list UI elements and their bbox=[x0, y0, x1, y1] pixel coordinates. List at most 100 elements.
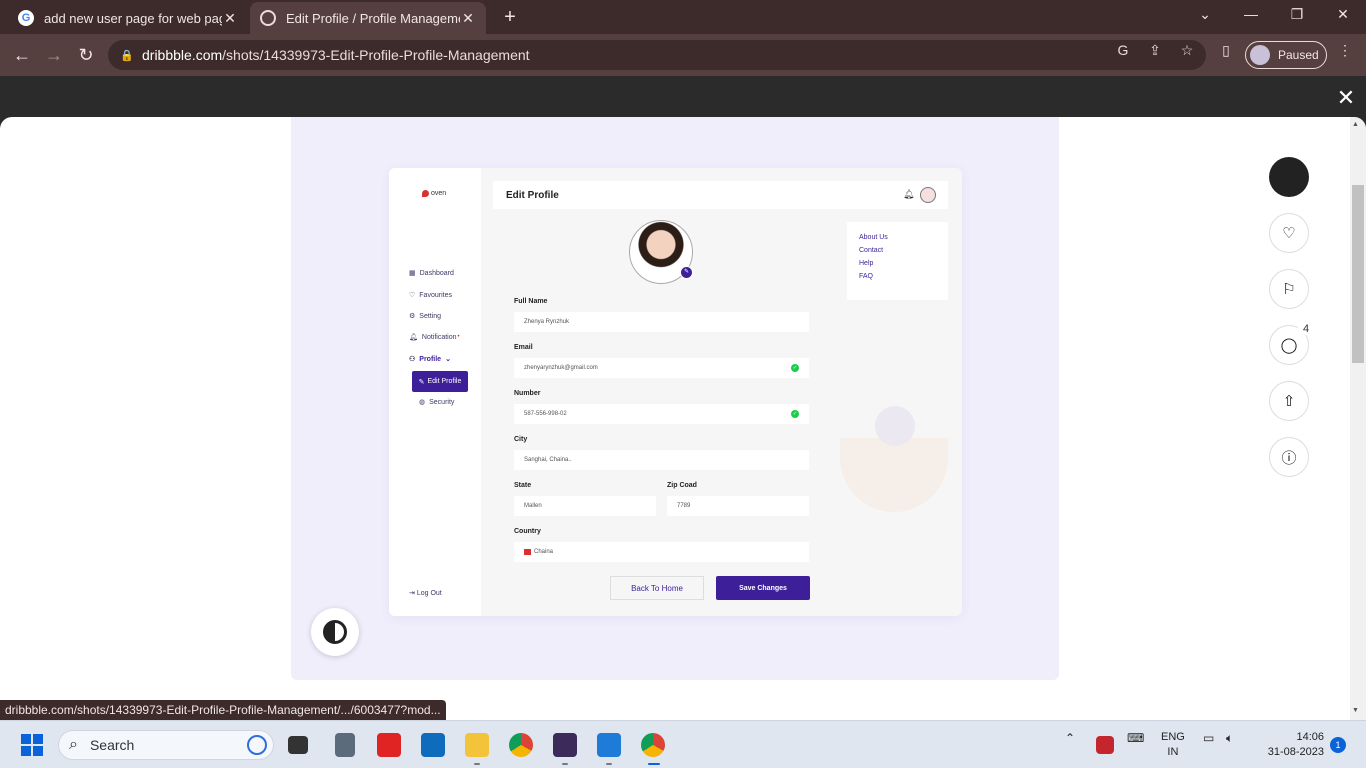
zip-label: Zip Coad bbox=[667, 482, 697, 489]
number-field[interactable]: 587-556-998-02 ✓ bbox=[514, 404, 809, 424]
save-changes-button[interactable]: Save Changes bbox=[716, 576, 810, 600]
back-icon[interactable]: ← bbox=[10, 44, 34, 66]
sidebar-item-notification[interactable]: 🔔︎ Notification • bbox=[409, 333, 460, 342]
like-button[interactable]: ♡ bbox=[1269, 213, 1309, 253]
number-label: Number bbox=[514, 390, 541, 397]
link-help[interactable]: Help bbox=[859, 260, 948, 267]
sidebar-item-setting[interactable]: ⚙ Setting bbox=[409, 312, 441, 321]
chevron-up-icon[interactable]: ⌃ bbox=[1065, 731, 1075, 745]
shield-icon: ◍ bbox=[419, 399, 426, 406]
menu-icon[interactable]: ⋮ bbox=[1336, 41, 1354, 59]
photos-icon[interactable] bbox=[597, 733, 621, 757]
check-icon: ✓ bbox=[791, 410, 799, 418]
full-name-label: Full Name bbox=[514, 298, 548, 305]
bookmark-icon: ⚐ bbox=[1282, 281, 1296, 298]
search-placeholder: Search bbox=[89, 737, 135, 753]
avatar bbox=[1250, 45, 1270, 65]
sidebar-item-edit-profile[interactable]: ✎ Edit Profile bbox=[412, 371, 468, 392]
chrome-profile-icon[interactable] bbox=[641, 733, 665, 757]
scroll-up-icon[interactable]: ▲ bbox=[1352, 121, 1359, 128]
address-bar[interactable]: 🔒 dribbble.com/shots/14339973-Edit-Profi… bbox=[108, 40, 1206, 70]
close-tab-icon[interactable]: ✕ bbox=[460, 10, 476, 27]
scrollbar-thumb[interactable] bbox=[1352, 185, 1364, 363]
city-label: City bbox=[514, 436, 528, 443]
user-edit-icon: ✎ bbox=[418, 378, 425, 386]
game-app-icon[interactable] bbox=[553, 733, 577, 757]
full-name-field[interactable]: Zhenya Rynzhuk bbox=[514, 312, 809, 332]
windows-start-icon[interactable] bbox=[21, 734, 43, 756]
taskbar-search[interactable]: ⌕ Search bbox=[58, 730, 274, 760]
email-field[interactable]: zhenyarynzhuk@gmail.com ✓ bbox=[514, 358, 809, 378]
file-explorer-icon[interactable] bbox=[465, 733, 489, 757]
google-lens-icon[interactable]: G bbox=[1114, 41, 1132, 59]
tab-search-icon[interactable]: ⌄ bbox=[1190, 6, 1220, 23]
country-field[interactable]: Chaina bbox=[514, 542, 809, 562]
close-window-button[interactable]: ✕ bbox=[1328, 6, 1358, 23]
calculator-icon[interactable] bbox=[335, 733, 355, 757]
keyboard-icon[interactable]: ⌨ bbox=[1127, 731, 1144, 745]
header: Edit Profile 🔔︎ bbox=[493, 181, 948, 209]
save-shot-button[interactable]: ⚐ bbox=[1269, 269, 1309, 309]
theme-toggle-button[interactable] bbox=[311, 608, 359, 656]
logout-link[interactable]: ⇥ Log Out bbox=[409, 589, 442, 597]
sidebar-item-dashboard[interactable]: ▦ Dashboard bbox=[409, 269, 454, 278]
heart-icon: ♡ bbox=[1282, 225, 1296, 242]
gear-icon: ⚙ bbox=[409, 313, 416, 320]
edit-photo-icon[interactable]: ✎ bbox=[680, 266, 693, 279]
maximize-button[interactable]: ❐ bbox=[1282, 6, 1312, 23]
bookmark-star-icon[interactable]: ☆ bbox=[1178, 41, 1196, 59]
sidebar-item-profile[interactable]: ⚇ Profile ⌄ bbox=[409, 355, 451, 364]
profile-button[interactable]: Paused bbox=[1245, 41, 1327, 69]
taskbar: ⌕ Search ⌃ ⌨ ENG IN ▭ 🔈︎ 14:06 31-08-2023 … bbox=[0, 720, 1366, 768]
minimize-button[interactable]: — bbox=[1236, 6, 1266, 22]
url-text: dribbble.com/shots/14339973-Edit-Profile… bbox=[142, 47, 530, 63]
running-indicator bbox=[606, 763, 612, 765]
bing-icon[interactable] bbox=[247, 735, 267, 755]
close-tab-icon[interactable]: ✕ bbox=[222, 10, 238, 27]
logo-mark-icon bbox=[422, 190, 429, 197]
network-icon[interactable]: ▭ bbox=[1203, 731, 1214, 745]
state-field[interactable]: Mallen bbox=[514, 496, 656, 516]
back-to-home-button[interactable]: Back To Home bbox=[610, 576, 704, 600]
zip-field[interactable]: 7789 bbox=[667, 496, 809, 516]
tray-app-icon[interactable] bbox=[1096, 736, 1114, 754]
link-faq[interactable]: FAQ bbox=[859, 273, 948, 280]
sidebar-item-security[interactable]: ◍ Security bbox=[419, 398, 454, 407]
state-label: State bbox=[514, 482, 532, 489]
forward-icon[interactable]: → bbox=[42, 44, 66, 66]
link-about-us[interactable]: About Us bbox=[859, 234, 948, 241]
volume-icon[interactable]: 🔈︎ bbox=[1226, 731, 1233, 746]
watermark-shape bbox=[875, 406, 915, 446]
comment-count: 4 bbox=[1298, 323, 1314, 335]
info-button[interactable]: ⓘ bbox=[1269, 437, 1309, 477]
task-view-icon[interactable] bbox=[288, 736, 308, 754]
reload-icon[interactable]: ↻ bbox=[74, 44, 98, 66]
outlook-icon[interactable] bbox=[421, 733, 445, 757]
tab-edit-profile[interactable]: Edit Profile / Profile Management ✕ bbox=[250, 2, 486, 34]
language-indicator[interactable]: ENG IN bbox=[1161, 730, 1185, 760]
profile-status: Paused bbox=[1278, 48, 1319, 62]
notification-dot: • bbox=[457, 334, 460, 340]
tab-add-new-user[interactable]: G add new user page for web page ✕ bbox=[8, 2, 248, 34]
city-field[interactable]: Sanghai, Chaina.. bbox=[514, 450, 809, 470]
flash-app-icon[interactable] bbox=[377, 733, 401, 757]
share-icon[interactable]: ⇪ bbox=[1146, 41, 1164, 59]
sidebar-item-favourites[interactable]: ♡ Favourites bbox=[409, 291, 452, 300]
side-panel-icon[interactable]: ▯ bbox=[1217, 41, 1235, 59]
link-contact[interactable]: Contact bbox=[859, 247, 948, 254]
bell-icon[interactable]: 🔔︎ bbox=[903, 189, 914, 200]
clock[interactable]: 14:06 31-08-2023 bbox=[1262, 730, 1324, 760]
avatar[interactable] bbox=[920, 187, 936, 203]
sidebar: oven ▦ Dashboard ♡ Favourites ⚙ Setting 🔔︎ N… bbox=[389, 168, 481, 616]
new-tab-button[interactable]: + bbox=[500, 7, 520, 27]
chrome-icon[interactable] bbox=[509, 733, 533, 757]
notification-badge[interactable]: 1 bbox=[1330, 737, 1346, 753]
chevron-down-icon: ⌄ bbox=[445, 356, 451, 363]
author-avatar[interactable] bbox=[1269, 157, 1309, 197]
navigation-bar: ← → ↻ 🔒 dribbble.com/shots/14339973-Edit… bbox=[0, 34, 1366, 76]
share-button[interactable]: ⇧ bbox=[1269, 381, 1309, 421]
google-icon: G bbox=[18, 10, 34, 26]
edit-profile-shot: oven ▦ Dashboard ♡ Favourites ⚙ Setting 🔔︎ N… bbox=[389, 168, 962, 616]
scroll-down-icon[interactable]: ▼ bbox=[1352, 707, 1359, 714]
close-icon[interactable]: ✕ bbox=[1334, 85, 1358, 111]
